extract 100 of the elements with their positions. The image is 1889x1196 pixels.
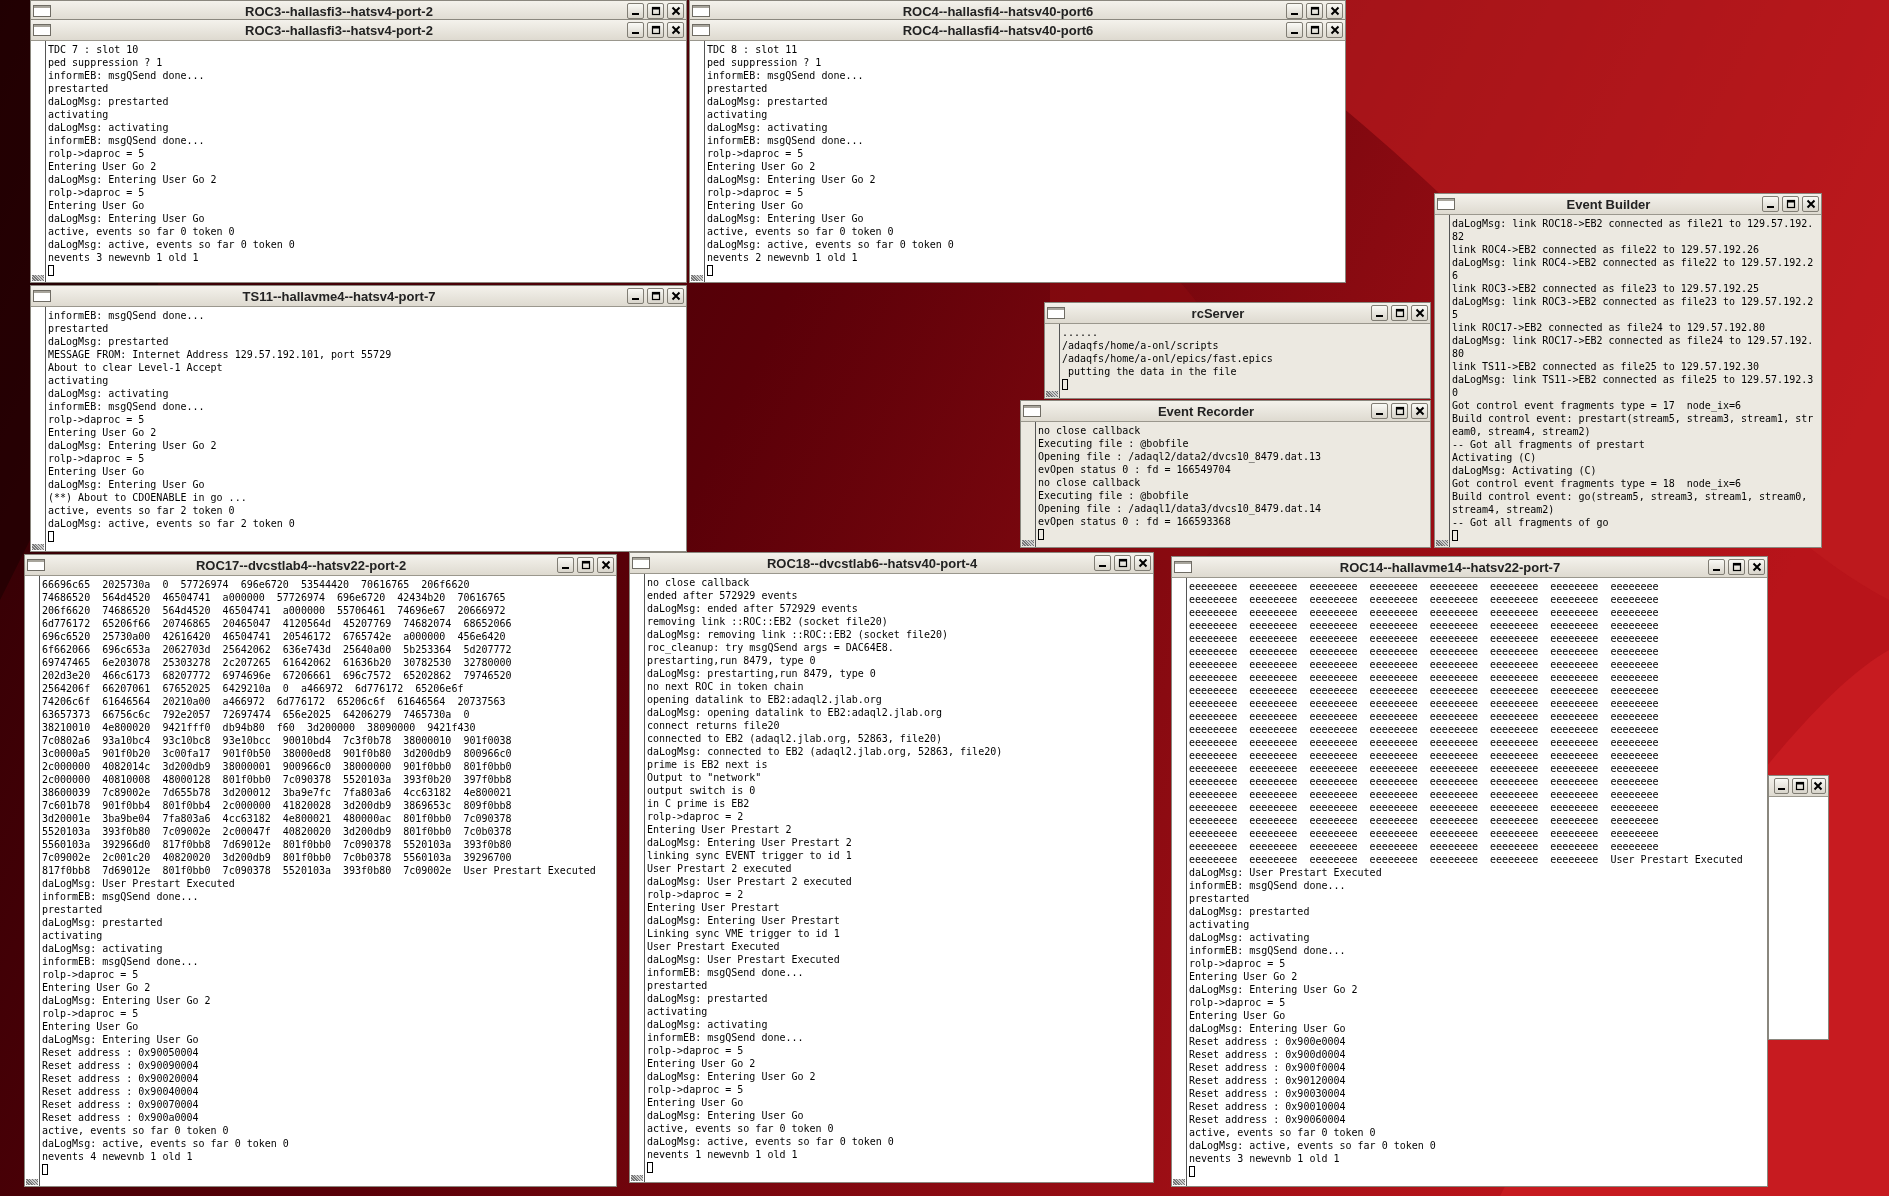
terminal-line: eeeeeeee eeeeeeee eeeeeeee eeeeeeee eeeeeeee eeeeeeee eeeeeeee eeeeeeee [1189,788,1659,801]
terminal-line: 817f0bb8 7d69012e 801f0bb0 7c090378 5520103a 393f0b80 7c09002e User Prestart Executed [42,864,596,877]
terminal-line: prestarted [1189,892,1250,905]
terminal-line: eeeeeeee eeeeeeee eeeeeeee eeeeeeee eeeeeeee eeeeeeee eeeeeeee eeeeeeee [1189,580,1659,593]
terminal-line: TDC 7 : slot 10 [48,43,139,56]
terminal-line: evOpen status 0 : fd = 166593368 [1038,515,1231,528]
terminal-line: daLogMsg: link ROC18->EB2 connected as file21 to 129.57.192. [1452,217,1814,230]
terminal-line: connect returns file20 [647,719,780,732]
terminal-line: Entering User Go [48,199,145,212]
title-bar[interactable]: ROC3--hallasfi3--hatsv4-port-2 [31,20,686,41]
terminal-line: daLogMsg: active, events so far 0 token 0 [42,1137,289,1150]
terminal-line: Reset address : 0x900e0004 [1189,1035,1346,1048]
terminal-line: eeeeeeee eeeeeeee eeeeeeee eeeeeeee eeeeeeee eeeeeeee eeeeeeee eeeeeeee [1189,801,1659,814]
terminal-line: MESSAGE FROM: Internet Address 129.57.192.101, port 55729 [48,348,392,361]
terminal-line: informEB: msgQSend done... [1189,879,1346,892]
terminal-line: Reset address : 0x900f0004 [1189,1061,1346,1074]
title-bar[interactable]: Event Builder [1435,194,1821,215]
title-bar[interactable]: TS11--hallavme4--hatsv4-port-7 [31,286,686,307]
terminal-line: 206f6620 74686520 564d4520 46504741 a000000 55706461 74696e67 20666972 [42,604,506,617]
terminal-line: 5 [1452,308,1459,321]
terminal-line: eeeeeeee eeeeeeee eeeeeeee eeeeeeee eeeeeeee eeeeeeee eeeeeeee eeeeeeee [1189,814,1659,827]
terminal-line: connected to EB2 (adaql2.jlab.org, 52863, file20) [647,732,942,745]
terminal-line: Output to "network" [647,771,762,784]
terminal-line: 2c000000 40810008 48000128 801f0bb0 7c090378 5520103a 393f0b20 397f0bb8 [42,773,512,786]
terminal-line: Entering User Go 2 [707,160,816,173]
terminal-line: daLogMsg: link ROC4->EB2 connected as file22 to 129.57.192.2 [1452,256,1814,269]
terminal-line: nevents 1 newevnb 1 old 1 [647,1148,798,1161]
terminal-line: User Prestart 2 executed [647,862,792,875]
terminal-line: daLogMsg: Entering User Prestart [647,914,840,927]
terminal-line: informEB: msgQSend done... [42,955,199,968]
terminal-line: activating [42,929,103,942]
terminal-line: rolp->daproc = 5 [647,1083,744,1096]
terminal-line: nevents 2 newevnb 1 old 1 [707,251,858,264]
terminal-line: daLogMsg: link ROC3->EB2 connected as file23 to 129.57.192.2 [1452,295,1814,308]
terminal-line: (**) About to CDOENABLE in go ... [48,491,247,504]
terminal-line: eeeeeeee eeeeeeee eeeeeeee eeeeeeee eeeeeeee eeeeeeee eeeeeeee eeeeeeee [1189,632,1659,645]
terminal-line: daLogMsg: Entering User Go 2 [48,173,217,186]
terminal-line: 5560103a 392966d0 817f0bb8 7d69012e 801f0bb0 7c090378 5520103a 393f0b80 [42,838,512,851]
title-bar[interactable]: rcServer [1045,303,1430,324]
title-bar[interactable]: ROC4--hallasfi4--hatsv40-port6 [690,20,1345,41]
terminal-line: Reset address : 0x90010004 [1189,1100,1346,1113]
title-bar[interactable]: ROC14--hallavme14--hatsv22-port-7 [1172,557,1767,578]
terminal-line: daLogMsg: connected to EB2 (adaql2.jlab.org, 52863, file20) [647,745,1003,758]
terminal-line: active, events so far 0 token 0 [48,225,235,238]
terminal-line: in C prime is EB2 [647,797,750,810]
terminal-line: eeeeeeee eeeeeeee eeeeeeee eeeeeeee eeeeeeee eeeeeeee eeeeeeee eeeeeeee [1189,827,1659,840]
terminal-line: activating [707,108,768,121]
terminal-line: 38210010 4e800020 9421fff0 db94b80 f60 3d200000 38090000 9421f430 [42,721,476,734]
terminal-line: daLogMsg: Entering User Go 2 [42,994,211,1007]
terminal-line: link TS11->EB2 connected as file25 to 129.57.192.30 [1452,360,1760,373]
terminal-line: daLogMsg: Entering User Go [48,478,205,491]
terminal-line: activating [1189,918,1250,931]
terminal-line: 7c09002e 2c001c20 40820020 3d200db9 801f0bb0 7c0b0378 5560103a 39296700 [42,851,512,864]
terminal-line: 6d776172 65206f66 20746865 20465047 4120564d 45207769 74682074 68652066 [42,617,512,630]
terminal-line: 66696c65 2025730a 0 57726974 696e6720 53544420 70616765 206f6620 [42,578,470,591]
terminal-line: rolp->daproc = 5 [707,147,804,160]
terminal-line: Reset address : 0x900d0004 [1189,1048,1346,1061]
terminal-line: informEB: msgQSend done... [1189,944,1346,957]
terminal-line: daLogMsg: active, events so far 0 token 0 [48,238,295,251]
terminal-line: /adaqfs/home/a-onl/epics/fast.epics [1062,352,1273,365]
title-bar[interactable]: Event Recorder [1021,401,1430,422]
title-bar[interactable]: ROC18--dvcstlab6--hatsv40-port-4 [630,553,1153,574]
title-bar[interactable]: ROC17--dvcstlab4--hatsv22-port-2 [25,555,616,576]
window-title: ROC3--hallasfi3--hatsv4-port-2 [244,3,434,19]
terminal-line: eam0, stream4, stream2) [1452,425,1591,438]
terminal-line: Reset address : 0x90020004 [42,1072,199,1085]
terminal-line: nevents 4 newevnb 1 old 1 [42,1150,193,1163]
terminal-line: active, events so far 0 token 0 [1189,1126,1376,1139]
terminal-line: opening datalink to EB2:adaql2.jlab.org [647,693,882,706]
terminal-line: daLogMsg: activating [707,121,828,134]
terminal-line: output switch is 0 [647,784,756,797]
terminal-line: daLogMsg: Entering User Go [647,1109,804,1122]
terminal-line: no close callback [1038,424,1141,437]
terminal-line: daLogMsg: prestarted [42,916,163,929]
terminal-line: 0 [1452,386,1459,399]
terminal-line: eeeeeeee eeeeeeee eeeeeeee eeeeeeee eeeeeeee eeeeeeee eeeeeeee User Prestart Executed [1189,853,1743,866]
terminal-line: 202d3e20 466c6173 68207772 6974696e 67206661 696c7572 65202862 79746520 [42,669,512,682]
terminal-line: daLogMsg: prestarting,run 8479, type 0 [647,667,876,680]
terminal-line: eeeeeeee eeeeeeee eeeeeeee eeeeeeee eeeeeeee eeeeeeee eeeeeeee eeeeeeee [1189,658,1659,671]
terminal-line: 3c0000a5 901f0b20 3c00fa17 901f0b50 38000ed8 901f0b80 3d200db9 800966c0 [42,747,512,760]
terminal-line: daLogMsg: Entering User Go [707,212,864,225]
terminal-line: daLogMsg: active, events so far 0 token 0 [647,1135,894,1148]
terminal-line: 69747465 6e203078 25303278 2c207265 61642062 61636b20 30782530 32780000 [42,656,512,669]
terminal-line: Reset address : 0x90050004 [42,1046,199,1059]
terminal-line: daLogMsg: active, events so far 0 token 0 [707,238,954,251]
terminal-line: ended after 572929 events [647,589,798,602]
terminal-line: no close callback [647,576,750,589]
terminal-line: active, events so far 0 token 0 [647,1122,834,1135]
terminal-line: Reset address : 0x90090004 [42,1059,199,1072]
terminal-line: Reset address : 0x90030004 [1189,1087,1346,1100]
terminal-line: 74206c6f 61646564 20210a00 a466972 6d776172 65206c6f 61646564 20737563 [42,695,506,708]
terminal-line: eeeeeeee eeeeeeee eeeeeeee eeeeeeee eeeeeeee eeeeeeee eeeeeeee eeeeeeee [1189,645,1659,658]
terminal-line: prestarted [707,82,768,95]
terminal-line: rolp->daproc = 5 [42,1007,139,1020]
terminal-line: daLogMsg: User Prestart 2 executed [647,875,852,888]
terminal-line: Entering User Go [647,1096,744,1109]
terminal-line: prestarting,run 8479, type 0 [647,654,816,667]
terminal-line: ...... [1062,326,1099,339]
terminal-line: 6f662066 696c653a 2062703d 25642062 636e743d 25640a00 5b253364 5d207772 [42,643,512,656]
terminal-line: Opening file : /adaql2/data2/dvcs10_8479.dat.13 [1038,450,1321,463]
